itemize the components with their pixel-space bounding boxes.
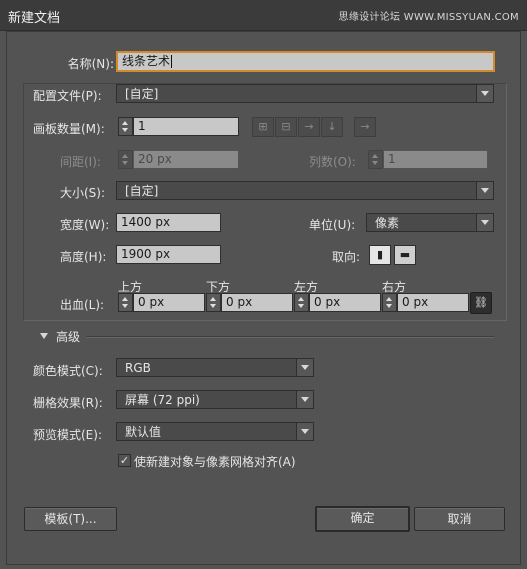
advanced-label[interactable]: 高级 [56, 328, 80, 345]
bleed-label: 出血(L): [60, 298, 105, 312]
name-value: 线条艺术 [122, 54, 171, 68]
size-label: 大小(S): [60, 186, 106, 200]
decrement-arrow-icon[interactable] [122, 128, 128, 132]
preview-mode-dropdown[interactable]: 默认值 [116, 422, 314, 441]
arrange-by-column-icon: ↓ [321, 117, 343, 137]
units-label: 单位(U): [309, 218, 356, 232]
chain-link-icon[interactable]: ⛓ [470, 292, 492, 314]
increment-arrow-icon[interactable] [298, 297, 304, 301]
height-input[interactable]: 1900 px [116, 245, 221, 264]
decrement-arrow-icon[interactable] [298, 304, 304, 308]
bleed-left-stepper[interactable] [294, 293, 309, 312]
profile-value: [自定] [125, 87, 159, 101]
text-caret [171, 55, 173, 68]
bleed-bottom-stepper[interactable] [206, 293, 221, 312]
columns-label: 列数(O): [309, 155, 356, 169]
ok-button[interactable]: 确定 [315, 506, 410, 532]
align-pixel-grid-label[interactable]: 使新建对象与像素网格对齐(A) [134, 453, 296, 470]
right-to-left-icon: → [354, 117, 376, 137]
bleed-right-input[interactable]: 0 px [397, 293, 469, 312]
color-mode-label: 颜色模式(C): [33, 364, 103, 378]
raster-effects-value: 屏幕 (72 ppi) [125, 393, 200, 407]
chevron-down-icon [476, 85, 493, 102]
width-input[interactable]: 1400 px [116, 213, 221, 232]
increment-arrow-icon [372, 154, 378, 158]
portrait-icon[interactable]: ▮ [369, 245, 391, 265]
chevron-down-icon [296, 423, 313, 440]
bleed-top-input[interactable]: 0 px [133, 293, 205, 312]
raster-effects-dropdown[interactable]: 屏幕 (72 ppi) [116, 390, 314, 409]
columns-input: 1 [383, 150, 488, 169]
advanced-divider [86, 336, 494, 338]
chevron-down-icon [476, 214, 493, 231]
increment-arrow-icon[interactable] [122, 297, 128, 301]
increment-arrow-icon [122, 154, 128, 158]
decrement-arrow-icon[interactable] [122, 304, 128, 308]
bleed-right-stepper[interactable] [382, 293, 397, 312]
spacing-label: 间距(I): [60, 155, 101, 169]
color-mode-dropdown[interactable]: RGB [116, 358, 314, 377]
name-label: 名称(N): [67, 57, 114, 71]
decrement-arrow-icon[interactable] [210, 304, 216, 308]
cancel-button[interactable]: 取消 [414, 507, 505, 531]
increment-arrow-icon[interactable] [122, 121, 128, 125]
spacing-stepper [118, 150, 133, 169]
preview-mode-label: 预览模式(E): [33, 428, 102, 442]
width-label: 宽度(W): [60, 218, 110, 232]
artboards-count-input[interactable]: 1 [133, 117, 239, 136]
bleed-bottom-input[interactable]: 0 px [221, 293, 293, 312]
name-input[interactable]: 线条艺术 [116, 51, 495, 72]
bleed-left-input[interactable]: 0 px [309, 293, 381, 312]
align-pixel-grid-checkbox[interactable]: ✓ [118, 454, 131, 467]
profile-label: 配置文件(P): [33, 89, 102, 103]
disclosure-triangle-icon[interactable] [40, 333, 48, 339]
profile-dropdown[interactable]: [自定] [116, 84, 494, 103]
increment-arrow-icon[interactable] [210, 297, 216, 301]
artboards-count-label: 画板数量(M): [33, 122, 105, 136]
columns-stepper [368, 150, 383, 169]
units-value: 像素 [375, 216, 400, 230]
increment-arrow-icon[interactable] [386, 297, 392, 301]
chevron-down-icon [476, 182, 493, 199]
units-dropdown[interactable]: 像素 [366, 213, 494, 232]
decrement-arrow-icon [122, 161, 128, 165]
height-label: 高度(H): [60, 250, 107, 264]
bleed-top-stepper[interactable] [118, 293, 133, 312]
spacing-input: 20 px [133, 150, 239, 169]
chevron-down-icon [296, 359, 313, 376]
size-value: [自定] [125, 184, 159, 198]
size-dropdown[interactable]: [自定] [116, 181, 494, 200]
color-mode-value: RGB [125, 361, 151, 375]
window-title: 新建文档 [8, 11, 61, 26]
landscape-icon[interactable]: ▬ [394, 245, 416, 265]
raster-effects-label: 栅格效果(R): [33, 396, 103, 410]
title-bar: 新建文档 思缘设计论坛 WWW.MISSYUAN.COM [0, 0, 527, 31]
artboards-count-stepper[interactable] [118, 117, 133, 136]
decrement-arrow-icon [372, 161, 378, 165]
preview-mode-value: 默认值 [125, 425, 162, 439]
arrange-by-row-icon: → [298, 117, 320, 137]
orientation-label: 取向: [332, 250, 361, 264]
decrement-arrow-icon[interactable] [386, 304, 392, 308]
templates-button[interactable]: 模板(T)... [24, 507, 117, 531]
chevron-down-icon [296, 391, 313, 408]
grid-by-column-icon: ⊟ [275, 117, 297, 137]
watermark-text: 思缘设计论坛 WWW.MISSYUAN.COM [338, 12, 519, 23]
grid-by-row-icon: ⊞ [252, 117, 274, 137]
